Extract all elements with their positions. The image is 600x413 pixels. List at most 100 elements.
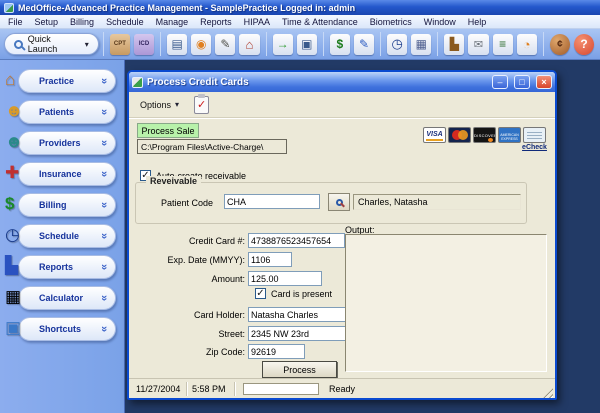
menu-file[interactable]: File bbox=[2, 17, 29, 27]
sidebar-item-shortcuts[interactable]: ▣ Shortcuts » bbox=[18, 317, 116, 341]
process-sale-badge: Process Sale bbox=[137, 123, 199, 138]
exp-date-label: Exp. Date (MMYY): bbox=[129, 255, 245, 265]
chevron-expand-icon[interactable]: » bbox=[98, 171, 110, 177]
ledger-icon[interactable]: ▦ bbox=[411, 34, 431, 55]
schedule-icon: ◷ bbox=[5, 224, 20, 246]
dialog-titlebar[interactable]: Process Credit Cards – □ × bbox=[129, 72, 555, 92]
zip-code-input[interactable] bbox=[248, 344, 305, 359]
calculator-icon: ▦ bbox=[5, 286, 21, 308]
appointments-icon[interactable]: ◷ bbox=[387, 34, 407, 55]
menu-setup[interactable]: Setup bbox=[29, 17, 65, 27]
cpt-codes-icon[interactable]: CPT bbox=[110, 34, 130, 55]
app-icon bbox=[4, 3, 14, 13]
menu-hipaa[interactable]: HIPAA bbox=[238, 17, 276, 27]
card-present-checkbox[interactable]: ✓ bbox=[255, 288, 266, 299]
accepted-cards: VISA DISCOVER AMERICAN EXPRESS eCheck bbox=[423, 127, 546, 151]
minimize-button[interactable]: – bbox=[492, 75, 508, 89]
chevron-expand-icon[interactable]: » bbox=[98, 295, 110, 301]
chevron-down-icon: ▾ bbox=[175, 100, 179, 109]
echeck-label: eCheck bbox=[522, 144, 547, 151]
chevron-expand-icon[interactable]: » bbox=[98, 202, 110, 208]
toolbar-separator bbox=[543, 32, 544, 56]
quick-launch-button[interactable]: Quick Launch ▾ bbox=[4, 33, 99, 55]
notes-icon[interactable]: ✎ bbox=[354, 34, 374, 55]
payments-icon[interactable]: $ bbox=[330, 34, 350, 55]
search-icon bbox=[14, 40, 23, 49]
sidebar-item-reports[interactable]: ▙ Reports » bbox=[18, 255, 116, 279]
resize-grip[interactable] bbox=[541, 386, 553, 398]
amount-label: Amount: bbox=[129, 274, 245, 284]
menu-help[interactable]: Help bbox=[462, 17, 493, 27]
receivable-group: Reveivable Patient Code Charles, Natasha bbox=[135, 182, 527, 224]
sidebar-item-label: Shortcuts bbox=[39, 324, 81, 334]
patient-export-icon[interactable]: → bbox=[273, 34, 293, 55]
options-button[interactable]: Options ▾ bbox=[135, 98, 184, 112]
menu-biometrics[interactable]: Biometrics bbox=[364, 17, 418, 27]
status-date: 11/27/2004 bbox=[131, 382, 187, 396]
reports-chart-icon[interactable]: ▙ bbox=[444, 34, 464, 55]
chevron-expand-icon[interactable]: » bbox=[98, 109, 110, 115]
chevron-expand-icon[interactable]: » bbox=[98, 264, 110, 270]
help-icon[interactable]: ? bbox=[574, 34, 594, 55]
toolbar-separator bbox=[160, 32, 161, 56]
card-holder-input[interactable] bbox=[248, 307, 349, 322]
penny-icon[interactable]: ¢ bbox=[550, 34, 570, 55]
visa-logo: VISA bbox=[423, 127, 446, 151]
menu-window[interactable]: Window bbox=[418, 17, 462, 27]
practice-icon: ⌂ bbox=[5, 69, 15, 91]
patient-card-icon[interactable]: ▤ bbox=[167, 34, 187, 55]
sidebar-item-label: Insurance bbox=[39, 169, 82, 179]
menu-billing[interactable]: Billing bbox=[64, 17, 100, 27]
patient-cd-icon[interactable]: ◉ bbox=[191, 34, 211, 55]
dialog-statusbar: 11/27/2004 5:58 PM Ready bbox=[129, 378, 555, 398]
chevron-expand-icon[interactable]: » bbox=[98, 326, 110, 332]
sidebar-item-insurance[interactable]: ✚ Insurance » bbox=[18, 162, 116, 186]
chevron-expand-icon[interactable]: » bbox=[98, 78, 110, 84]
clipboard-check-icon[interactable]: ✓ bbox=[194, 96, 209, 114]
patients-icon: ☻ bbox=[5, 100, 23, 122]
amount-input[interactable] bbox=[248, 271, 322, 286]
sidebar-item-schedule[interactable]: ◷ Schedule » bbox=[18, 224, 116, 248]
sidebar-item-label: Billing bbox=[39, 200, 67, 210]
close-button[interactable]: × bbox=[536, 75, 552, 89]
network-icon[interactable]: ≡ bbox=[493, 34, 513, 55]
messages-icon[interactable]: ✉ bbox=[468, 34, 488, 55]
patient-code-label: Patient Code bbox=[161, 198, 213, 208]
echeck-logo: eCheck bbox=[523, 127, 546, 151]
status-progress-bar bbox=[243, 383, 319, 395]
toolbar-separator bbox=[323, 32, 324, 56]
icd-codes-icon[interactable]: ICD bbox=[134, 34, 154, 55]
main-area: ⌂ Practice » ☻ Patients » ☻ Providers » … bbox=[0, 60, 600, 413]
sidebar-item-calculator[interactable]: ▦ Calculator » bbox=[18, 286, 116, 310]
sidebar-item-providers[interactable]: ☻ Providers » bbox=[18, 131, 116, 155]
card-holder-label: Card Holder: bbox=[129, 310, 245, 320]
menu-schedule[interactable]: Schedule bbox=[100, 17, 150, 27]
chevron-down-icon: ▾ bbox=[85, 40, 89, 49]
dialog-toolbar: Options ▾ ✓ bbox=[129, 92, 555, 118]
card-present-checkline: ✓ Card is present bbox=[255, 288, 332, 299]
sidebar-item-practice[interactable]: ⌂ Practice » bbox=[18, 69, 116, 93]
insurance-icon: ✚ bbox=[5, 162, 19, 184]
shortcuts-icon: ▣ bbox=[5, 317, 21, 339]
exp-date-input[interactable] bbox=[248, 252, 292, 267]
menu-manage[interactable]: Manage bbox=[150, 17, 195, 27]
card-present-label: Card is present bbox=[271, 289, 332, 299]
credit-card-input[interactable] bbox=[248, 233, 345, 248]
sidebar-item-billing[interactable]: $ Billing » bbox=[18, 193, 116, 217]
menu-reports[interactable]: Reports bbox=[194, 17, 238, 27]
street-input[interactable] bbox=[248, 326, 349, 341]
workstation-icon[interactable]: ▣ bbox=[297, 34, 317, 55]
chevron-expand-icon[interactable]: » bbox=[98, 140, 110, 146]
sidebar-item-label: Patients bbox=[39, 107, 74, 117]
menu-time-attendance[interactable]: Time & Attendance bbox=[276, 17, 364, 27]
analysis-icon[interactable]: ◔ bbox=[517, 34, 537, 55]
office-icon[interactable]: ⌂ bbox=[239, 34, 259, 55]
dialog-content: Process Sale C:\Program Files\Active-Cha… bbox=[129, 118, 555, 378]
maximize-button[interactable]: □ bbox=[514, 75, 530, 89]
superbill-icon[interactable]: ✎ bbox=[215, 34, 235, 55]
sidebar-item-patients[interactable]: ☻ Patients » bbox=[18, 100, 116, 124]
chevron-expand-icon[interactable]: » bbox=[98, 233, 110, 239]
patient-code-input[interactable] bbox=[224, 194, 320, 209]
process-button[interactable]: Process bbox=[262, 361, 337, 378]
patient-lookup-button[interactable] bbox=[328, 193, 350, 211]
